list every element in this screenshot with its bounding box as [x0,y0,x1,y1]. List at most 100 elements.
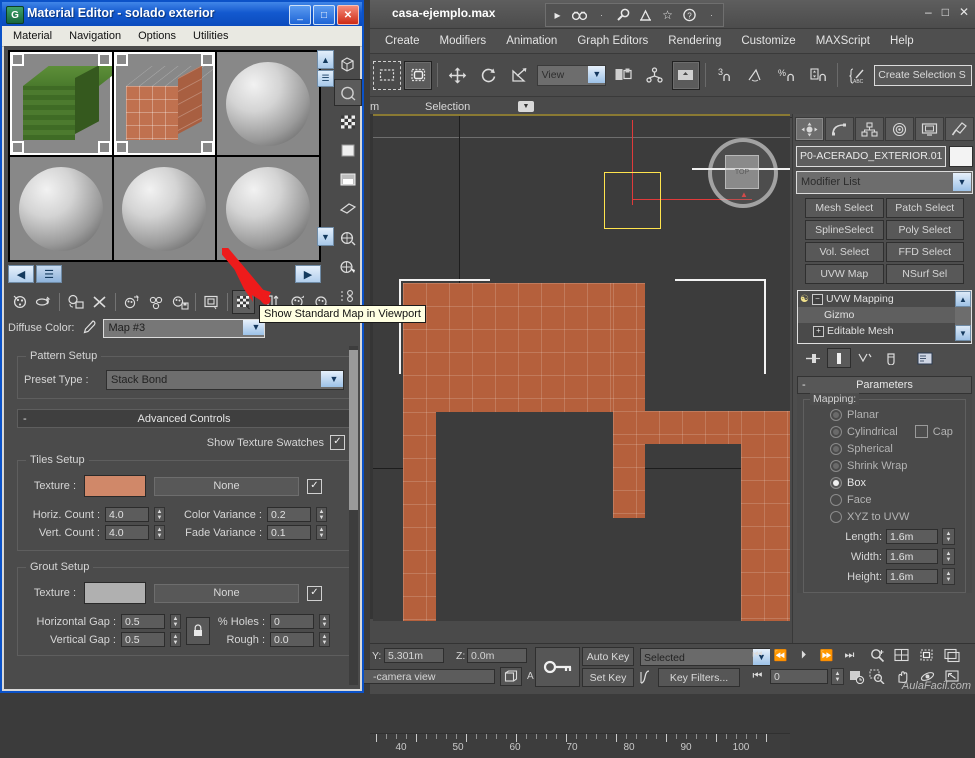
fade-variance-field[interactable]: 0.1 [267,525,311,540]
put-material-to-scene-icon[interactable] [32,290,55,314]
material-editor-menubar[interactable]: Material Navigation Options Utilities [2,26,362,47]
collapse-icon[interactable]: - [802,379,806,391]
quick-access-toolbar[interactable]: ▸ · ☆ ? · [545,3,724,27]
tiled-floor-c[interactable] [613,283,645,518]
z-coord-field[interactable]: 0.0m [467,648,527,663]
me-close-button[interactable]: ✕ [337,5,359,25]
rough-row[interactable]: Rough : 0.0 ▲ ▼ [215,632,330,647]
mesh-select-button[interactable]: Mesh Select [805,198,884,218]
me-menu-material[interactable]: Material [6,28,59,44]
utilities-tab-icon[interactable] [945,117,974,141]
sample-type-box-icon[interactable] [334,50,362,77]
nsurf-sel-button[interactable]: NSurf Sel [885,264,964,284]
radio-box[interactable] [830,476,842,489]
lock-icon[interactable] [186,616,210,645]
tiled-floor-b[interactable] [403,412,436,621]
modify-tab-icon[interactable] [825,117,854,141]
select-and-rotate-icon[interactable] [474,60,503,90]
previous-frame-icon[interactable]: ⏪ [771,647,790,664]
viewport-nav-top[interactable] [868,647,962,664]
max-menubar[interactable]: Create Modifiers Animation Graph Editors… [370,29,975,54]
modifier-stack[interactable]: ☯ − UVW Mapping Gizmo + Editable Mesh ▲ … [797,290,972,344]
show-end-result-icon[interactable] [827,348,851,368]
transport-controls[interactable]: ⏮ ⏪ ⏵ ⏩ ⏭ [748,647,859,664]
spinner-snap-icon[interactable] [804,60,833,90]
object-name-row[interactable]: P0-ACERADO_EXTERIOR.01 [796,146,973,167]
vertical-gap-spinner[interactable]: ▲ ▼ [170,632,181,647]
tiles-texture-checkbox[interactable]: ✓ [307,478,322,494]
set-key-filter-curve-icon[interactable] [638,669,657,686]
stack-expand-toggle[interactable]: − [811,293,823,305]
zoom-extents-icon[interactable] [918,647,937,664]
show-texture-swatches-checkbox[interactable]: ✓ [330,435,345,450]
patch-select-button[interactable]: Patch Select [885,198,964,218]
parameters-rollup-header[interactable]: - Parameters [797,376,972,394]
sample-uv-tiling-icon[interactable] [334,137,362,164]
time-configuration-icon[interactable] [847,668,866,685]
width-spinner[interactable]: ▲ ▼ [942,548,955,565]
zoom-extents-all-icon[interactable] [943,647,962,664]
parameters-rollup[interactable]: - Parameters Mapping: Planar Cylindrical… [797,376,972,593]
height-spinner[interactable]: ▲ ▼ [942,568,955,585]
preset-type-combo[interactable]: Stack Bond ▼ [106,370,344,390]
cap-checkbox[interactable] [914,425,928,438]
stack-item-gizmo[interactable]: Gizmo [798,307,971,323]
me-minimize-button[interactable]: _ [289,5,311,25]
chevron-down-icon[interactable]: ▼ [588,65,606,83]
key-icon[interactable] [535,647,580,687]
grout-texture-checkbox[interactable]: ✓ [307,585,322,601]
tiled-floor-a[interactable] [403,283,645,412]
view-cube-icon[interactable]: TOP ▲ [692,138,790,208]
play-animation-icon[interactable]: ⏵ [794,647,813,664]
mapping-option-face[interactable]: Face [808,491,961,508]
make-unique-icon[interactable] [144,290,167,314]
spline-select-button[interactable]: SplineSelect [805,220,884,240]
color-variance-field[interactable]: 0.2 [267,507,311,522]
horizontal-gap-field[interactable]: 0.5 [121,614,165,629]
scroll-left-icon[interactable]: ◀ [8,265,34,283]
get-material-icon[interactable] [8,290,31,314]
scroll-down-icon[interactable]: ▼ [317,227,334,246]
stack-scrollbar[interactable]: ▲ ▼ [955,291,971,341]
use-center-icon[interactable] [609,60,638,90]
viewport-timeline-ruler[interactable]: 40 50 60 70 80 90 100 [370,733,790,758]
max-window-buttons[interactable]: – □ ✕ [925,5,969,19]
mapping-option-cylindrical[interactable]: Cylindrical Cap [808,423,961,440]
select-and-scale-icon[interactable] [505,60,534,90]
horiz-count-field[interactable]: 4.0 [105,507,149,522]
named-selection-sets-icon[interactable]: ABC [843,60,872,90]
tiles-counts-row-2[interactable]: Vert. Count : 4.0 ▲ ▼ Fade Variance : 0.1… [24,525,344,540]
scrollbar-thumb[interactable] [349,350,358,510]
object-color-swatch[interactable] [949,146,973,167]
scroll-down-icon[interactable]: ▼ [955,325,971,341]
hierarchy-tab-icon[interactable] [855,117,884,141]
chevron-down-icon[interactable]: ▼ [953,173,971,191]
slot-navigation[interactable]: ◀ ☰ ▶ [8,265,321,285]
holes-spinner[interactable]: ▲ ▼ [319,614,330,629]
favorites-star-icon[interactable]: ☆ [659,7,676,24]
vertical-gap-field[interactable]: 0.5 [121,632,165,647]
uvw-gizmo-box[interactable] [604,172,661,229]
modifier-stack-tools[interactable] [793,344,975,368]
modifier-list-combo[interactable]: Modifier List ▼ [796,171,973,194]
create-selection-set-input[interactable]: Create Selection S [874,64,973,86]
tiles-texture-swatch[interactable] [84,475,146,497]
me-maximize-button[interactable]: □ [313,5,335,25]
stack-item-uvw-mapping[interactable]: ☯ − UVW Mapping [798,291,971,307]
material-editor-titlebar[interactable]: G Material Editor - solado exterior _ □ … [2,2,362,26]
horizontal-gap-spinner[interactable]: ▲ ▼ [170,614,181,629]
object-name-field[interactable]: P0-ACERADO_EXTERIOR.01 [796,146,946,167]
mapping-option-shrink-wrap[interactable]: Shrink Wrap [808,457,961,474]
material-editor-vertical-toolbar[interactable] [334,50,362,309]
make-preview-icon[interactable] [334,195,362,222]
vol-select-button[interactable]: Vol. Select [805,242,884,262]
diffuse-map-combo[interactable]: Map #3 ▼ [103,318,266,338]
fade-variance-spinner[interactable]: ▲ ▼ [316,525,327,540]
tiled-floor-e[interactable] [741,411,790,621]
scroll-right-icon[interactable]: ▶ [295,265,321,283]
zoom-all-icon[interactable] [893,647,912,664]
chevron-down-icon[interactable]: ▼ [518,101,534,112]
mapping-option-xyz-to-uvw[interactable]: XYZ to UVW [808,508,961,525]
sample-slot-6[interactable] [217,157,319,260]
command-panel-tabs[interactable] [793,114,975,144]
